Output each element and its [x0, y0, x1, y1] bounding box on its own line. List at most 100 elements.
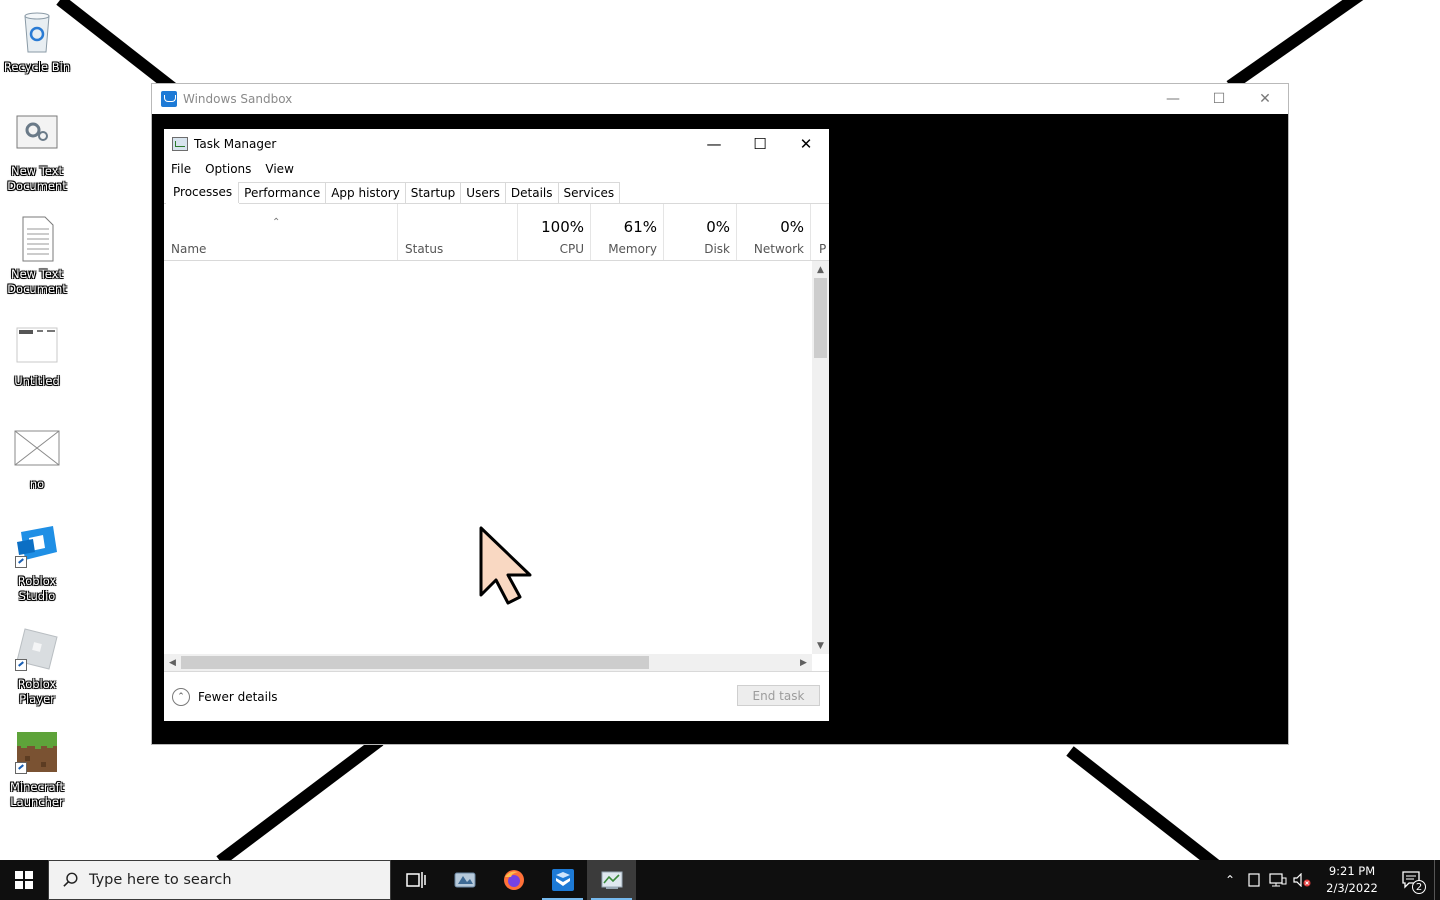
- minimize-icon: —: [706, 135, 722, 153]
- column-disk-label: Disk: [704, 242, 730, 256]
- volume-tray-button[interactable]: [1290, 860, 1314, 900]
- desktop-icon-no[interactable]: no: [0, 425, 74, 492]
- task-view-button[interactable]: [391, 860, 440, 900]
- task-view-icon: [405, 872, 426, 888]
- column-memory[interactable]: 61% Memory: [591, 204, 664, 260]
- maximize-icon: ☐: [753, 135, 767, 153]
- scroll-right-icon[interactable]: ▶: [795, 654, 812, 671]
- column-cpu-label: CPU: [559, 242, 584, 256]
- desktop-icon-new-text-document-2[interactable]: New Text Document: [0, 215, 74, 297]
- maximize-button[interactable]: ☐: [737, 129, 783, 159]
- network-icon: [1269, 873, 1287, 887]
- minecraft-icon: [13, 728, 61, 776]
- text-document-icon: [13, 215, 61, 263]
- scroll-down-icon[interactable]: ▼: [812, 637, 829, 654]
- desktop-icon-roblox-player[interactable]: Roblox Player: [0, 625, 74, 707]
- desktop-icon-label: no: [29, 477, 45, 491]
- show-hidden-icons-button[interactable]: ⌃: [1218, 860, 1242, 900]
- vertical-scrollbar[interactable]: ▲ ▼: [812, 261, 829, 654]
- task-manager-window: Task Manager — ☐ ✕ File Options View Pro…: [164, 129, 829, 721]
- column-cpu[interactable]: 100% CPU: [518, 204, 591, 260]
- taskbar-clock[interactable]: 9:21 PM 2/3/2022: [1314, 863, 1390, 897]
- desktop-icon-roblox-studio[interactable]: Roblox Studio: [0, 522, 74, 604]
- windows-logo-icon: [15, 871, 33, 889]
- horizontal-scrollbar[interactable]: ◀ ▶: [164, 654, 812, 671]
- tab-bar: Processes Performance App history Startu…: [164, 179, 829, 204]
- scrollbar-thumb[interactable]: [814, 278, 827, 358]
- tab-users[interactable]: Users: [460, 182, 506, 203]
- action-center-button[interactable]: 2: [1390, 860, 1434, 900]
- volume-muted-icon: [1293, 873, 1311, 887]
- taskbar-task-manager-button[interactable]: [587, 860, 636, 900]
- tab-app-history[interactable]: App history: [325, 182, 406, 203]
- taskbar-firefox-button[interactable]: [489, 860, 538, 900]
- desktop-icon-label: New Text Document: [7, 267, 67, 296]
- tab-processes[interactable]: Processes: [166, 179, 240, 204]
- minimize-button[interactable]: —: [1150, 84, 1196, 114]
- recycle-bin-icon: [13, 8, 61, 56]
- desktop-icon-new-text-document[interactable]: New Text Document: [0, 112, 74, 194]
- menu-options[interactable]: Options: [205, 162, 251, 176]
- fewer-details-link[interactable]: Fewer details: [198, 690, 278, 704]
- menu-file[interactable]: File: [171, 162, 191, 176]
- tab-startup[interactable]: Startup: [404, 182, 462, 203]
- tab-performance[interactable]: Performance: [238, 182, 327, 203]
- system-tray: ⌃ 9:21 PM 2/3/2022 2: [1218, 860, 1440, 900]
- show-desktop-button[interactable]: [1434, 860, 1440, 900]
- column-network-label: Network: [753, 242, 804, 256]
- desktop-icon-minecraft-launcher[interactable]: Minecraft Launcher: [0, 728, 74, 810]
- clock-time: 9:21 PM: [1328, 864, 1376, 878]
- column-power-label: P: [819, 242, 827, 256]
- column-status[interactable]: Status: [398, 204, 518, 260]
- firefox-icon: [503, 870, 524, 890]
- search-icon: [63, 872, 78, 887]
- column-name[interactable]: ⌃ Name: [164, 204, 398, 260]
- close-button[interactable]: ✕: [1242, 84, 1288, 114]
- column-disk[interactable]: 0% Disk: [664, 204, 737, 260]
- sort-ascending-icon: ⌃: [272, 217, 281, 228]
- desktop-icon-recycle-bin[interactable]: Recycle Bin: [0, 8, 74, 75]
- scroll-up-icon[interactable]: ▲: [812, 261, 829, 278]
- task-manager-icon: [172, 137, 188, 151]
- network-tray-button[interactable]: [1266, 860, 1290, 900]
- start-button[interactable]: [0, 860, 48, 900]
- settings-document-icon: [13, 112, 61, 160]
- minimize-button[interactable]: —: [691, 129, 737, 159]
- task-manager-titlebar[interactable]: Task Manager — ☐ ✕: [164, 129, 829, 159]
- roblox-player-icon: [13, 625, 61, 673]
- notification-count-badge: 2: [1412, 880, 1426, 894]
- close-button[interactable]: ✕: [783, 129, 829, 159]
- taskbar-windows-sandbox-button[interactable]: [538, 860, 587, 900]
- process-list[interactable]: ▲ ▼ ◀ ▶: [164, 261, 829, 671]
- chevron-up-icon[interactable]: ⌃: [172, 687, 190, 706]
- windows-sandbox-window: Windows Sandbox — ☐ ✕ Task Manager — ☐ ✕…: [151, 83, 1289, 745]
- desktop-icon-label: Untitled: [14, 374, 60, 388]
- close-icon: ✕: [1259, 91, 1271, 107]
- desktop-icon-label: Roblox Studio: [17, 574, 57, 603]
- scrollbar-thumb[interactable]: [181, 656, 649, 669]
- taskbar: Type here to search ⌃ 9:21 PM 2/3/2022 2: [0, 860, 1440, 900]
- column-network[interactable]: 0% Network: [737, 204, 811, 260]
- taskbar-app-button[interactable]: [440, 860, 489, 900]
- desktop-icon-untitled[interactable]: Untitled: [0, 322, 74, 389]
- menu-bar: File Options View: [164, 159, 829, 179]
- wallpaper-line: [216, 735, 384, 866]
- tab-services[interactable]: Services: [557, 182, 621, 203]
- tablet-tray-button[interactable]: [1242, 860, 1266, 900]
- image-file-icon: [13, 322, 61, 370]
- tab-details[interactable]: Details: [504, 182, 559, 203]
- sandbox-titlebar[interactable]: Windows Sandbox — ☐ ✕: [152, 84, 1288, 114]
- column-name-label: Name: [171, 242, 207, 256]
- end-task-button[interactable]: End task: [737, 685, 820, 706]
- menu-view[interactable]: View: [265, 162, 293, 176]
- column-power[interactable]: P: [811, 204, 829, 260]
- windows-sandbox-icon: [551, 869, 574, 891]
- chevron-up-icon: ⌃: [1224, 873, 1236, 887]
- taskbar-search-box[interactable]: Type here to search: [48, 860, 391, 900]
- mouse-cursor-icon: [479, 526, 532, 605]
- maximize-icon: ☐: [1212, 91, 1226, 107]
- column-header: ⌃ Name Status 100% CPU 61% Memory 0% Dis…: [164, 204, 829, 261]
- desktop-icon-label: New Text Document: [7, 164, 67, 193]
- scroll-left-icon[interactable]: ◀: [164, 654, 181, 671]
- maximize-button[interactable]: ☐: [1196, 84, 1242, 114]
